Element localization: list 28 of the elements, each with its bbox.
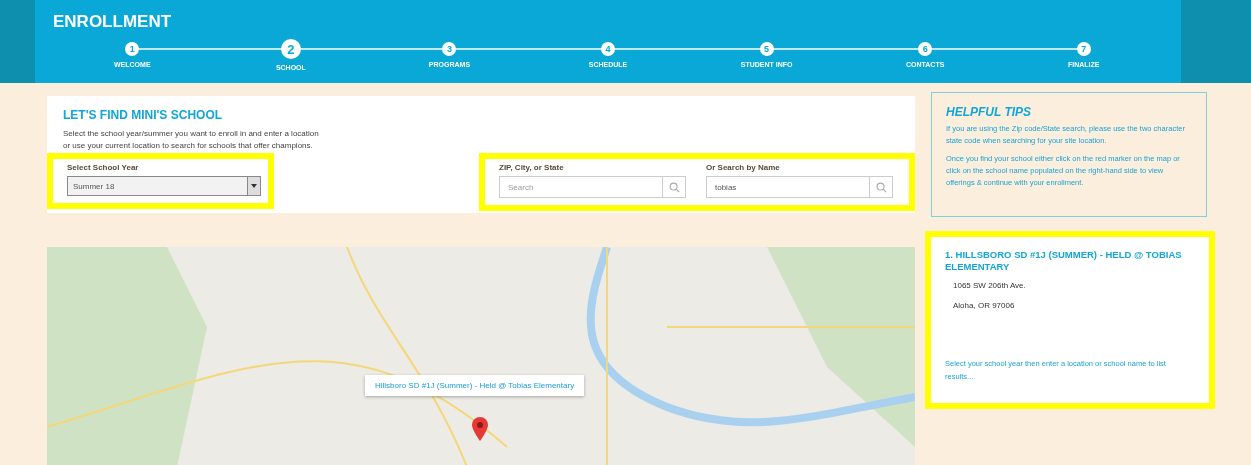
- field-label: Or Search by Name: [706, 163, 781, 172]
- map-marker-icon[interactable]: [472, 417, 488, 441]
- school-year-dropdown[interactable]: Summer 18: [67, 176, 261, 196]
- address-line: Aloha, OR 97006: [953, 301, 1016, 310]
- field-label: Select School Year: [67, 163, 140, 172]
- search-button[interactable]: [869, 176, 893, 198]
- name-search-field[interactable]: tobias: [706, 176, 869, 198]
- map-popup[interactable]: Hillsboro SD #1J (Summer) - Held @ Tobias Elementary: [365, 375, 585, 396]
- caret-icon: [251, 184, 257, 188]
- school-result-link[interactable]: 1. HILLSBORO SD #1J (SUMMER) - HELD @ TOBIAS ELEMENTARY: [945, 249, 1195, 273]
- card-heading: LET'S FIND MINI'S SCHOOL: [63, 108, 224, 122]
- step-number[interactable]: 5: [759, 42, 774, 56]
- tips-heading: HELPFUL TIPS: [946, 105, 1033, 119]
- step-number[interactable]: 4: [601, 42, 615, 56]
- search-button[interactable]: [662, 176, 686, 198]
- step-number[interactable]: 3: [442, 42, 457, 56]
- search-icon: [668, 181, 680, 193]
- search-icon: [875, 181, 887, 193]
- intro-text: Select the school year/summer you want to enroll in and enter a location: [63, 128, 319, 140]
- step-number[interactable]: 2: [280, 39, 301, 59]
- address-line: 1065 SW 206th Ave.: [953, 281, 1027, 290]
- field-label: ZIP, City, or State: [499, 163, 565, 172]
- location-search-field[interactable]: Search: [499, 176, 662, 198]
- step-number[interactable]: 6: [918, 42, 933, 56]
- intro-text: or use your current location to search for schools that offer champions.: [63, 140, 314, 152]
- step-number[interactable]: 7: [1076, 42, 1091, 56]
- step-number[interactable]: 1: [125, 42, 140, 56]
- page-title: ENROLLMENT: [53, 12, 172, 32]
